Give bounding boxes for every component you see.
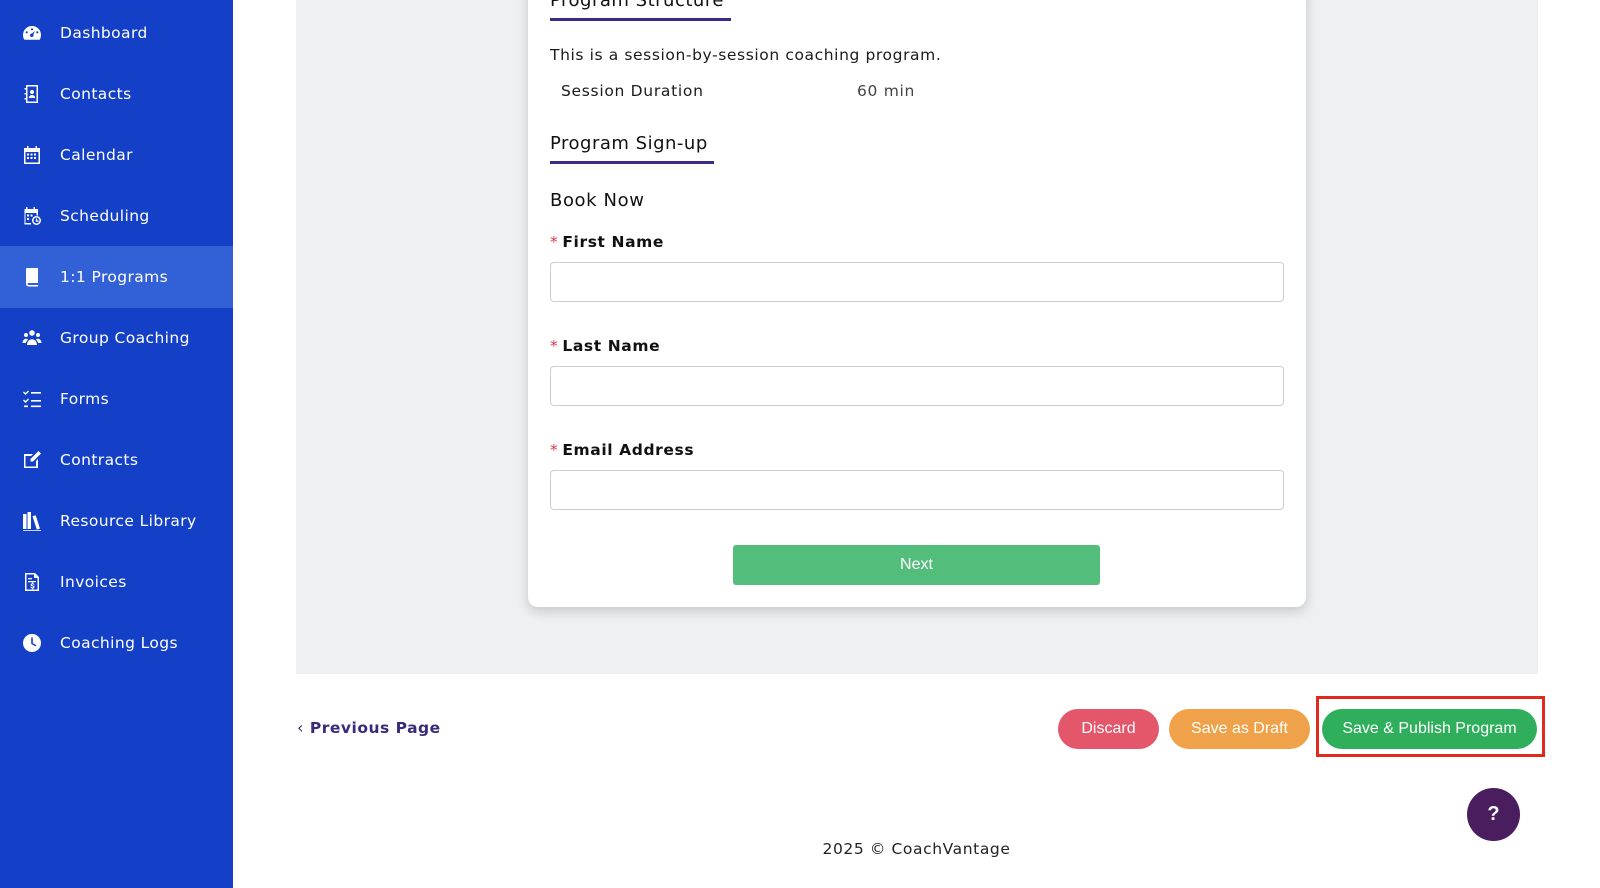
- sidebar-item-calendar[interactable]: Calendar: [0, 124, 233, 186]
- email-address-label-text: Email Address: [562, 441, 695, 459]
- sidebar-item-group-coaching[interactable]: Group Coaching: [0, 307, 233, 369]
- sidebar-item-label: Calendar: [60, 146, 133, 164]
- group-icon: [21, 327, 43, 349]
- sidebar-item-label: 1:1 Programs: [60, 268, 169, 286]
- email-address-input[interactable]: [550, 470, 1284, 510]
- sidebar-item-resource-library[interactable]: Resource Library: [0, 490, 233, 552]
- sidebar-item-scheduling[interactable]: Scheduling: [0, 185, 233, 247]
- calendar-icon: [21, 144, 43, 166]
- session-duration-label: Session Duration: [561, 82, 704, 100]
- sidebar-item-label: Invoices: [60, 573, 127, 591]
- book-now-heading: Book Now: [550, 190, 645, 211]
- dashboard-icon: [21, 22, 43, 44]
- previous-page-link[interactable]: ‹ Previous Page: [297, 718, 441, 737]
- session-duration-value: 60 min: [857, 82, 916, 100]
- last-name-label-text: Last Name: [562, 337, 661, 355]
- section-underline: [550, 161, 714, 164]
- previous-page-label: Previous Page: [309, 718, 441, 737]
- first-name-input[interactable]: [550, 262, 1284, 302]
- highlight-box: [1316, 696, 1545, 757]
- scheduling-icon: [21, 205, 43, 227]
- sidebar: Dashboard Contacts Calendar Scheduling 1…: [0, 0, 233, 888]
- required-marker: *: [550, 441, 559, 459]
- sidebar-item-label: Contacts: [60, 85, 132, 103]
- required-marker: *: [550, 233, 559, 251]
- edit-icon: [21, 449, 43, 471]
- sidebar-item-label: Contracts: [60, 451, 139, 469]
- last-name-label: * Last Name: [550, 337, 660, 355]
- sidebar-item-dashboard[interactable]: Dashboard: [0, 2, 233, 64]
- sidebar-item-label: Group Coaching: [60, 329, 190, 347]
- next-button[interactable]: Next: [733, 545, 1100, 585]
- program-description: This is a session-by-session coaching pr…: [550, 46, 942, 64]
- copyright-text: 2025 © CoachVantage: [822, 840, 1011, 858]
- sidebar-item-invoices[interactable]: Invoices: [0, 551, 233, 613]
- contacts-icon: [21, 83, 43, 105]
- required-marker: *: [550, 337, 559, 355]
- sidebar-item-label: Forms: [60, 390, 110, 408]
- sidebar-item-coaching-logs[interactable]: Coaching Logs: [0, 612, 233, 674]
- sidebar-item-label: Dashboard: [60, 24, 148, 42]
- sidebar-item-programs[interactable]: 1:1 Programs: [0, 246, 233, 308]
- sidebar-item-label: Scheduling: [60, 207, 150, 225]
- checklist-icon: [21, 388, 43, 410]
- first-name-label: * First Name: [550, 233, 664, 251]
- clock-icon: [21, 632, 43, 654]
- invoice-icon: [21, 571, 43, 593]
- sidebar-item-forms[interactable]: Forms: [0, 368, 233, 430]
- library-icon: [21, 510, 43, 532]
- first-name-label-text: First Name: [562, 233, 665, 251]
- book-icon: [21, 266, 43, 288]
- program-signup-title: Program Sign-up: [550, 133, 708, 154]
- sidebar-item-label: Resource Library: [60, 512, 197, 530]
- chevron-left-icon: ‹: [297, 718, 304, 737]
- sidebar-item-contracts[interactable]: Contracts: [0, 429, 233, 491]
- email-address-label: * Email Address: [550, 441, 694, 459]
- discard-button[interactable]: Discard: [1058, 709, 1159, 749]
- help-button[interactable]: ?: [1467, 788, 1520, 841]
- program-structure-title: Program Structure: [550, 0, 724, 11]
- sidebar-item-label: Coaching Logs: [60, 634, 179, 652]
- sidebar-item-contacts[interactable]: Contacts: [0, 63, 233, 125]
- save-as-draft-button[interactable]: Save as Draft: [1169, 709, 1310, 749]
- last-name-input[interactable]: [550, 366, 1284, 406]
- section-underline: [550, 18, 731, 21]
